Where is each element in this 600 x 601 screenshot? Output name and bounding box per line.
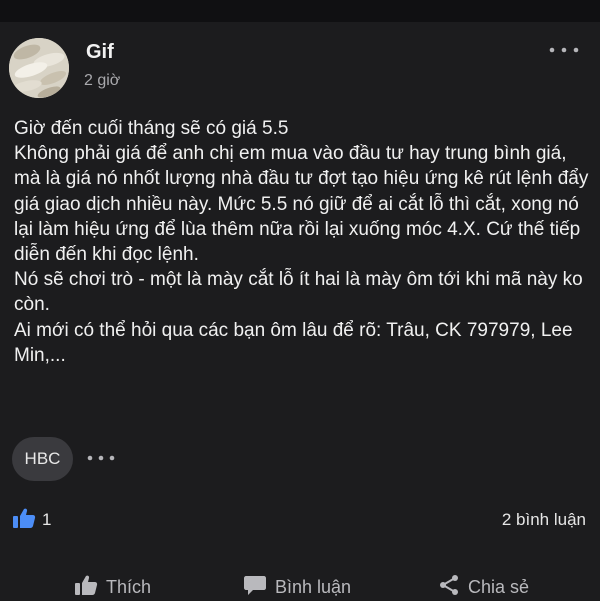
avatar-image [9,38,69,98]
post-body: Giờ đến cuối tháng sẽ có giá 5.5 Không p… [14,118,589,366]
comment-icon [243,574,267,601]
thumbs-up-icon [74,574,98,601]
more-tags-icon[interactable] [86,448,118,468]
likes-count: 1 [42,510,52,529]
more-options-icon[interactable] [546,40,582,60]
share-label: Chia sẻ [468,577,530,597]
stock-tag-chip[interactable]: HBC [12,437,73,481]
share-button[interactable]: Chia sẻ [438,574,529,601]
action-bar: Thích Bình luận Chia sẻ [0,572,600,600]
status-bar [0,0,600,22]
like-label: Thích [106,577,152,597]
author-name[interactable]: Gif [86,41,114,64]
thumbs-up-icon [12,507,36,534]
comments-count[interactable]: 2 bình luận [502,510,586,530]
post-timestamp[interactable]: 2 giờ [84,72,120,90]
comment-label: Bình luận [275,577,352,597]
reactions-summary[interactable]: 1 [12,508,51,532]
share-icon [438,574,460,601]
like-button[interactable]: Thích [74,574,151,601]
comment-button[interactable]: Bình luận [243,574,351,601]
avatar[interactable] [9,38,69,98]
